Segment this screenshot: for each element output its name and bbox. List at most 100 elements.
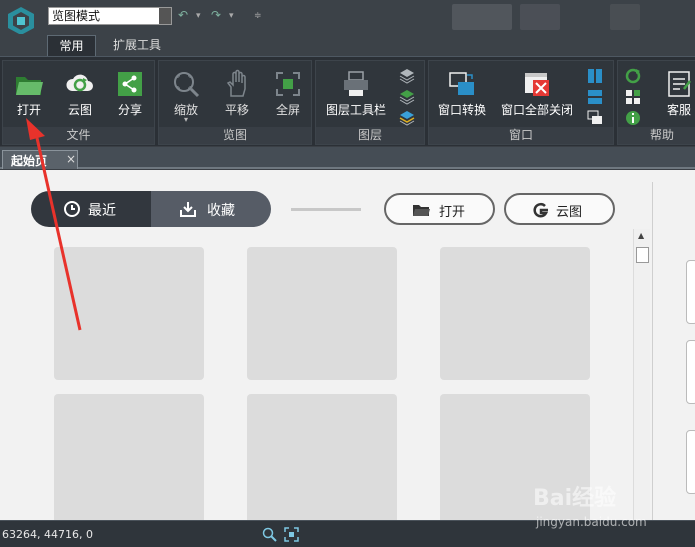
side-panel-tab[interactable] bbox=[686, 340, 695, 404]
document-tab-strip: 起始页 × bbox=[0, 147, 695, 169]
ribbon-group-window: 窗口转换 窗口全部关闭 窗口 bbox=[428, 60, 614, 145]
scrollbar-thumb[interactable] bbox=[636, 247, 649, 263]
recent-favorites-toggle: 最近 收藏 bbox=[31, 191, 271, 227]
view-mode-select[interactable]: 览图模式 bbox=[48, 7, 172, 25]
redo-dropdown-icon[interactable]: ▾ bbox=[229, 11, 234, 21]
window-switch-button[interactable]: 窗口转换 bbox=[431, 65, 493, 121]
cloud-button[interactable]: 云图 bbox=[56, 65, 104, 121]
clock-icon bbox=[64, 201, 80, 217]
fullscreen-label: 全屏 bbox=[275, 103, 300, 117]
share-button[interactable]: 分享 bbox=[106, 65, 154, 121]
layers-icon[interactable] bbox=[398, 67, 416, 85]
cloud-label: 云图 bbox=[67, 103, 92, 117]
open-button[interactable]: 打开 bbox=[5, 65, 53, 121]
layer-toolbar-label: 图层工具栏 bbox=[325, 103, 386, 117]
zoom-icon bbox=[174, 72, 200, 98]
recent-button[interactable]: 最近 bbox=[31, 191, 151, 227]
cloud-logo-icon bbox=[533, 202, 549, 218]
recent-file-thumbnail[interactable] bbox=[440, 247, 590, 380]
folder-open-icon bbox=[16, 77, 43, 95]
side-panel-tab[interactable] bbox=[686, 430, 695, 494]
window-switch-label: 窗口转换 bbox=[437, 103, 486, 117]
blurred-region bbox=[520, 4, 560, 30]
layer-toolbar-button[interactable]: 图层工具栏 bbox=[320, 65, 392, 121]
cloud-refresh-icon bbox=[66, 74, 93, 92]
watermark: Bai经验 bbox=[533, 486, 617, 511]
cloud-drawing-label: 云图 bbox=[556, 205, 583, 220]
fullscreen-icon bbox=[276, 72, 300, 96]
scroll-up-icon[interactable]: ▲ bbox=[638, 231, 644, 240]
watermark-url: jingyan.baidu.com bbox=[536, 515, 647, 529]
customer-service-button[interactable]: 客服 bbox=[654, 65, 695, 121]
title-bar: 览图模式 ↶ ▾ ↷ ▾ ≑ bbox=[0, 0, 695, 35]
update-icon[interactable] bbox=[624, 67, 642, 85]
tab-start-page[interactable]: 起始页 × bbox=[2, 150, 78, 169]
redo-icon[interactable]: ↷ bbox=[211, 8, 221, 22]
recent-file-thumbnail[interactable] bbox=[247, 394, 397, 527]
group-label-help: 帮助 bbox=[618, 127, 695, 144]
vertical-scrollbar[interactable]: ▲ bbox=[633, 229, 650, 520]
share-icon bbox=[118, 72, 142, 96]
info-icon[interactable] bbox=[624, 109, 642, 127]
blurred-region bbox=[452, 4, 512, 30]
recent-file-thumbnail[interactable] bbox=[54, 394, 204, 527]
open-label: 打开 bbox=[16, 103, 41, 117]
cascade-icon[interactable] bbox=[586, 109, 604, 127]
tile-horizontal-icon[interactable] bbox=[586, 88, 604, 106]
pan-button[interactable]: 平移 bbox=[214, 65, 260, 121]
plugins-icon[interactable] bbox=[624, 88, 642, 106]
zoom-status-icon[interactable] bbox=[262, 527, 277, 542]
right-panel-border bbox=[652, 182, 653, 520]
close-all-windows-icon bbox=[525, 73, 549, 96]
inbox-download-icon bbox=[180, 202, 196, 217]
fullscreen-button[interactable]: 全屏 bbox=[265, 65, 311, 121]
tab-label: 扩展工具 bbox=[112, 38, 161, 52]
app-logo-icon bbox=[8, 7, 34, 35]
ribbon-group-help: 客服 帮助 bbox=[617, 60, 695, 145]
layer-yellow-icon[interactable] bbox=[398, 109, 416, 127]
folder-icon bbox=[413, 205, 430, 216]
ribbon-tab-bar: 常用 扩展工具 bbox=[0, 34, 695, 56]
layer-toolbar-icon bbox=[344, 71, 368, 96]
fit-screen-status-icon[interactable] bbox=[284, 527, 299, 542]
customize-toolbar-icon[interactable]: ≑ bbox=[254, 11, 262, 21]
zoom-button[interactable]: 缩放 ▾ bbox=[163, 65, 209, 124]
customer-service-label: 客服 bbox=[666, 103, 691, 117]
recent-label: 最近 bbox=[88, 203, 116, 219]
undo-dropdown-icon[interactable]: ▾ bbox=[196, 11, 201, 21]
tab-label: 常用 bbox=[59, 39, 84, 53]
divider bbox=[291, 208, 361, 211]
share-label: 分享 bbox=[117, 103, 142, 117]
chevron-down-icon[interactable] bbox=[159, 8, 171, 24]
cloud-drawing-button[interactable]: 云图 bbox=[504, 193, 615, 225]
pan-label: 平移 bbox=[224, 103, 249, 117]
close-all-windows-label: 窗口全部关闭 bbox=[500, 103, 573, 117]
recent-file-thumbnail[interactable] bbox=[247, 247, 397, 380]
tile-vertical-icon[interactable] bbox=[586, 67, 604, 85]
start-page: 最近 收藏 打开 云图 ▲ bbox=[0, 170, 695, 527]
undo-icon[interactable]: ↶ bbox=[178, 8, 188, 22]
ribbon-group-layer: 图层工具栏 图层 bbox=[315, 60, 425, 145]
ribbon-group-view: 缩放 ▾ 平移 全屏 览图 bbox=[158, 60, 312, 145]
window-switch-icon bbox=[449, 72, 474, 95]
recent-file-thumbnail[interactable] bbox=[54, 247, 204, 380]
cursor-coordinates: 63264, 44716, 0 bbox=[2, 528, 93, 541]
group-label-window: 窗口 bbox=[429, 127, 613, 144]
blurred-region bbox=[610, 4, 640, 30]
close-all-windows-button[interactable]: 窗口全部关闭 bbox=[495, 65, 579, 121]
view-mode-value: 览图模式 bbox=[52, 9, 101, 23]
tab-extension-tools[interactable]: 扩展工具 bbox=[104, 35, 170, 56]
ribbon: 打开 云图 分享 文件 缩放 ▾ 平移 全屏 览图 图层工具栏 图层 窗口转换 … bbox=[0, 56, 695, 146]
open-file-button[interactable]: 打开 bbox=[384, 193, 495, 225]
group-label-view: 览图 bbox=[159, 127, 311, 144]
group-label-file: 文件 bbox=[3, 127, 154, 144]
side-panel-tab[interactable] bbox=[686, 260, 695, 324]
favorites-button[interactable]: 收藏 bbox=[151, 191, 271, 227]
close-icon[interactable]: × bbox=[66, 152, 76, 166]
start-page-tab-label: 起始页 bbox=[11, 154, 48, 168]
group-label-layer: 图层 bbox=[316, 127, 424, 144]
pan-hand-icon bbox=[226, 69, 246, 97]
tab-common[interactable]: 常用 bbox=[47, 35, 96, 56]
layer-green-icon[interactable] bbox=[398, 88, 416, 106]
zoom-dropdown-icon[interactable]: ▾ bbox=[184, 115, 188, 124]
